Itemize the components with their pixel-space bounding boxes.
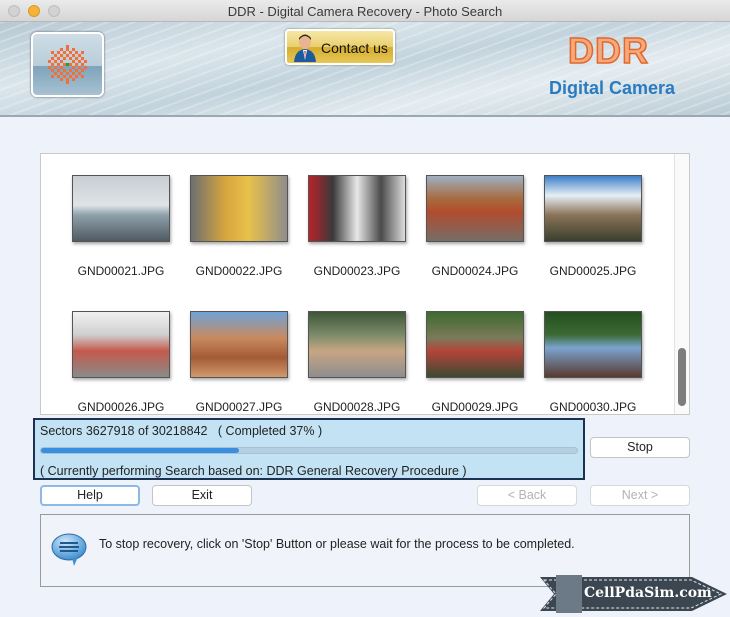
photo-thumbnail[interactable] xyxy=(426,175,524,242)
photo-thumbnail[interactable] xyxy=(308,175,406,242)
photo-filename: GND00024.JPG xyxy=(431,264,519,278)
progress-bar-fill xyxy=(41,448,240,453)
photo-filename: GND00029.JPG xyxy=(431,400,519,414)
app-logo xyxy=(31,32,104,97)
photo-filename: GND00021.JPG xyxy=(77,264,165,278)
next-button[interactable]: Next > xyxy=(590,485,690,506)
photo-thumbnail[interactable] xyxy=(426,311,524,378)
contact-us-button[interactable]: Contact us xyxy=(285,29,395,65)
stop-button[interactable]: Stop xyxy=(590,437,690,458)
title-bar: DDR - Digital Camera Recovery - Photo Se… xyxy=(0,0,730,22)
speech-bubble-icon xyxy=(51,533,87,566)
exit-button[interactable]: Exit xyxy=(152,485,252,506)
photo-thumbnail[interactable] xyxy=(72,311,170,378)
gallery-scrollbar[interactable] xyxy=(674,154,689,414)
progress-bar xyxy=(40,447,578,454)
photo-filename: GND00030.JPG xyxy=(549,400,637,414)
photo-filename: GND00022.JPG xyxy=(195,264,283,278)
photo-thumbnail[interactable] xyxy=(190,311,288,378)
recovered-photos-gallery[interactable]: GND00021.JPG GND00022.JPG GND00023.JPG G… xyxy=(40,153,690,415)
photo-filename: GND00025.JPG xyxy=(549,264,637,278)
info-message-text: To stop recovery, click on 'Stop' Button… xyxy=(99,537,575,551)
window-title: DDR - Digital Camera Recovery - Photo Se… xyxy=(227,4,503,19)
brand-title: DDR xyxy=(567,29,649,72)
ddr-logo-icon xyxy=(48,45,87,84)
contact-person-icon xyxy=(294,34,316,62)
procedure-status-text: ( Currently performing Search based on: … xyxy=(40,464,467,478)
photo-thumbnail[interactable] xyxy=(72,175,170,242)
progress-panel: Sectors 3627918 of 30218842 ( Completed … xyxy=(33,418,585,480)
photo-filename: GND00023.JPG xyxy=(313,264,401,278)
gallery-scrollbar-thumb[interactable] xyxy=(678,348,686,406)
photo-thumbnail[interactable] xyxy=(308,311,406,378)
sectors-progress-text: Sectors 3627918 of 30218842 ( Completed … xyxy=(40,424,323,438)
brand-subtitle: Digital Camera xyxy=(549,78,676,98)
photo-filename: GND00028.JPG xyxy=(313,400,401,414)
back-button[interactable]: < Back xyxy=(477,485,577,506)
photo-thumbnail[interactable] xyxy=(190,175,288,242)
photo-thumbnail[interactable] xyxy=(544,311,642,378)
watermark-text: CellPdaSim.com xyxy=(584,585,712,601)
header-banner: Contact us DDR Digital Camera xyxy=(0,22,730,117)
contact-us-label: Contact us xyxy=(321,40,388,56)
app-window: DDR - Digital Camera Recovery - Photo Se… xyxy=(0,0,730,617)
photo-filename: GND00026.JPG xyxy=(77,400,165,414)
photo-filename: GND00027.JPG xyxy=(195,400,283,414)
help-button[interactable]: Help xyxy=(40,485,140,506)
photo-thumbnail[interactable] xyxy=(544,175,642,242)
